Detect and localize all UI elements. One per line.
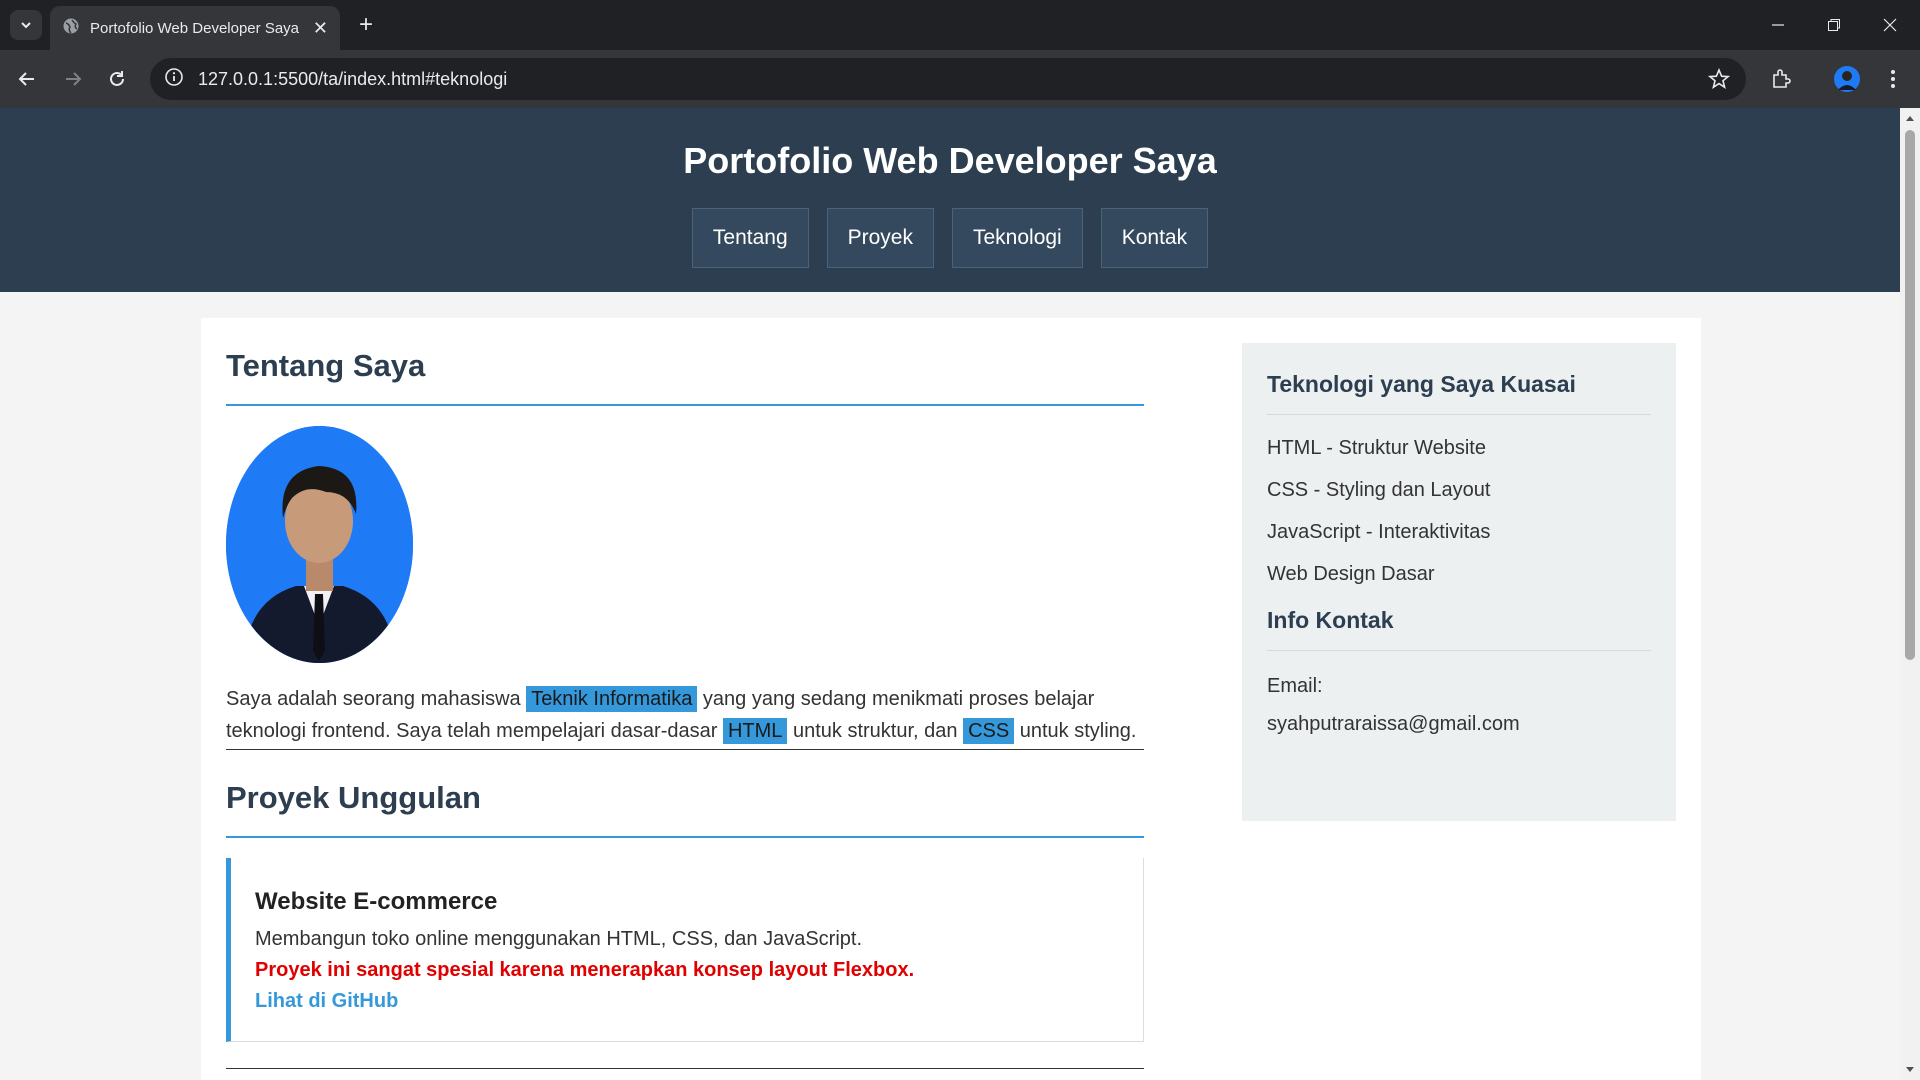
nav-link-teknologi[interactable]: Teknologi — [951, 208, 1083, 268]
scroll-up-icon[interactable] — [1904, 112, 1916, 124]
browser-tab[interactable]: Portofolio Web Developer Saya ✕ — [50, 6, 340, 50]
contact-email-label: Email: — [1267, 675, 1323, 697]
menu-dots-icon[interactable] — [1876, 62, 1910, 96]
tech-item: JavaScript - Interaktivitas — [1267, 521, 1491, 543]
main-content: Tentang Saya Saya adalah seorang mahasis… — [226, 348, 1144, 1069]
about-text: Saya adalah seorang mahasiswa Teknik Inf… — [226, 683, 1144, 750]
browser-tab-bar: Portofolio Web Developer Saya ✕ + — [0, 0, 1920, 50]
site-title: Portofolio Web Developer Saya — [683, 140, 1217, 181]
window-close-icon[interactable] — [1862, 0, 1918, 50]
about-text-part: Saya adalah seorang mahasiswa — [226, 688, 527, 710]
nav-link-tentang[interactable]: Tentang — [691, 208, 809, 268]
project-name: Website E-commerce — [255, 888, 498, 915]
page-scrollbar[interactable] — [1900, 108, 1920, 1080]
about-text-part: untuk styling. — [1014, 720, 1137, 742]
tab-title: Portofolio Web Developer Saya — [90, 19, 300, 37]
back-arrow-icon[interactable] — [10, 62, 44, 96]
address-bar[interactable]: 127.0.0.1:5500/ta/index.html#teknologi — [150, 58, 1746, 100]
reload-icon[interactable] — [100, 62, 134, 96]
scroll-thumb[interactable] — [1905, 130, 1915, 660]
plus-icon[interactable]: + — [352, 10, 380, 40]
site-info-icon[interactable] — [164, 67, 184, 92]
browser-toolbar: 127.0.0.1:5500/ta/index.html#teknologi — [0, 50, 1920, 108]
globe-icon — [62, 17, 80, 40]
url-text: 127.0.0.1:5500/ta/index.html#teknologi — [198, 68, 508, 89]
site-nav: Tentang Proyek Teknologi Kontak — [0, 208, 1900, 268]
scroll-down-icon[interactable] — [1904, 1064, 1916, 1076]
minimize-icon[interactable] — [1750, 0, 1806, 50]
profile-photo — [226, 426, 413, 663]
project-special-note: Proyek ini sangat spesial karena menerap… — [255, 959, 915, 981]
project-card: Website E-commerce Membangun toko online… — [226, 858, 1144, 1042]
about-text-part: untuk struktur, dan — [787, 720, 964, 742]
github-link[interactable]: Lihat di GitHub — [255, 990, 398, 1013]
tech-item: CSS - Styling dan Layout — [1267, 479, 1491, 501]
page-viewport: Portofolio Web Developer Saya Tentang Pr… — [0, 108, 1900, 1080]
tech-item: HTML - Struktur Website — [1267, 437, 1486, 459]
highlight-html: HTML — [722, 718, 788, 744]
contact-title: Info Kontak — [1267, 607, 1651, 651]
profile-avatar-icon[interactable] — [1830, 62, 1864, 96]
forward-arrow-icon[interactable] — [56, 62, 90, 96]
contact-email: syahputraraissa@gmail.com — [1267, 713, 1520, 735]
about-title: Tentang Saya — [226, 348, 1144, 406]
projects-title: Proyek Unggulan — [226, 780, 1144, 838]
nav-link-kontak[interactable]: Kontak — [1100, 208, 1209, 268]
nav-link-proyek[interactable]: Proyek — [826, 208, 934, 268]
highlight-css: CSS — [963, 718, 1015, 744]
tech-title: Teknologi yang Saya Kuasai — [1267, 371, 1651, 415]
tab-search-icon[interactable] — [10, 10, 42, 40]
tech-item: Web Design Dasar — [1267, 563, 1435, 585]
content-container: Tentang Saya Saya adalah seorang mahasis… — [201, 318, 1701, 1080]
highlight-teknik-informatika: Teknik Informatika — [526, 686, 698, 712]
project-description: Membangun toko online menggunakan HTML, … — [255, 928, 863, 950]
section-divider — [226, 1068, 1144, 1069]
tech-list: HTML - Struktur Website CSS - Styling da… — [1267, 427, 1651, 595]
extensions-icon[interactable] — [1764, 62, 1798, 96]
restore-icon[interactable] — [1806, 0, 1862, 50]
sidebar: Teknologi yang Saya Kuasai HTML - Strukt… — [1242, 343, 1676, 821]
close-icon[interactable]: ✕ — [313, 19, 328, 37]
site-header: Portofolio Web Developer Saya Tentang Pr… — [0, 108, 1900, 292]
bookmark-star-icon[interactable] — [1707, 67, 1731, 95]
